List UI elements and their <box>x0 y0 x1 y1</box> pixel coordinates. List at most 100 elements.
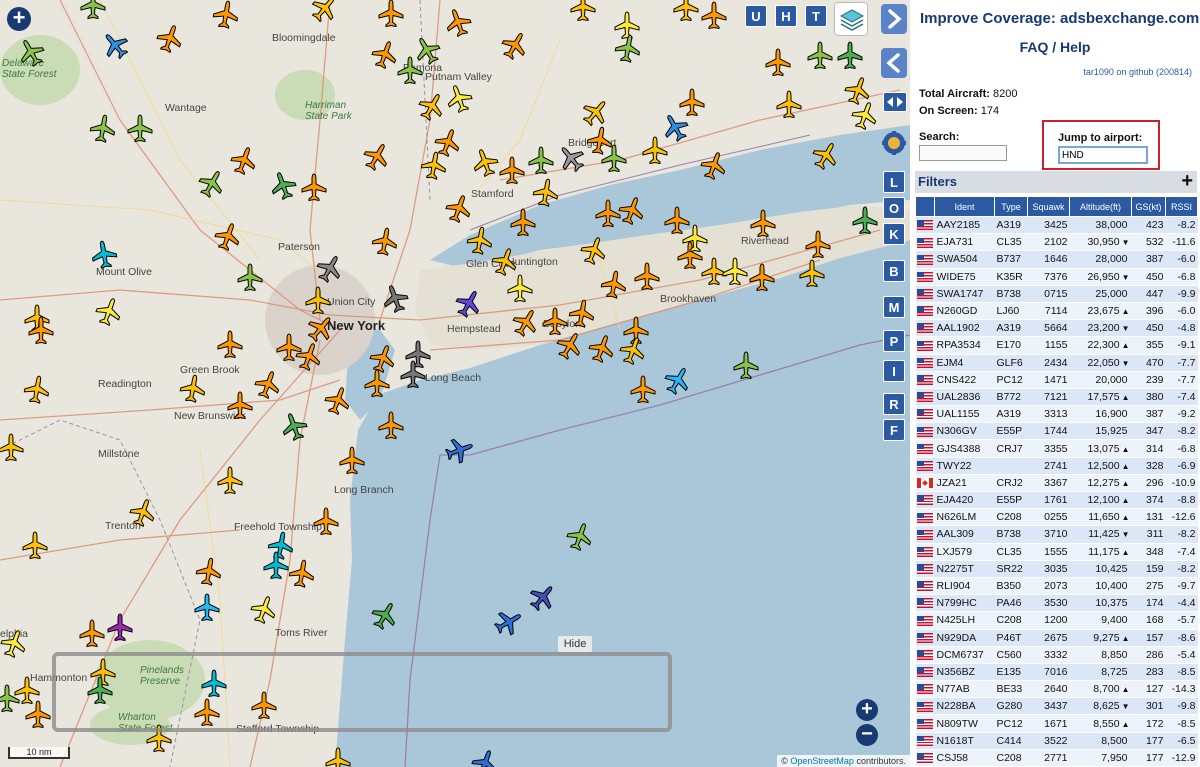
table-row[interactable]: N626LM C208 0255 11,650 ▲ 131 -12.6 <box>915 508 1198 527</box>
aircraft-icon[interactable] <box>614 34 642 63</box>
table-row[interactable]: N809TW PC12 1671 8,550 ▲ 172 -8.5 <box>915 714 1198 733</box>
aircraft-icon[interactable] <box>101 31 129 60</box>
aircraft-icon[interactable] <box>23 375 51 404</box>
resize-sidebar-button[interactable] <box>883 92 907 112</box>
table-row[interactable]: N228BA G280 3437 8,625 ▼ 301 -9.8 <box>915 697 1198 716</box>
table-row[interactable]: AAL1902 A319 5664 23,200 ▼ 450 -4.8 <box>915 319 1198 338</box>
aircraft-icon[interactable] <box>471 749 499 767</box>
plus-icon[interactable]: + <box>1181 171 1193 191</box>
aircraft-icon[interactable] <box>836 41 864 70</box>
aircraft-icon[interactable] <box>445 84 473 114</box>
aircraft-icon[interactable] <box>672 0 700 22</box>
aircraft-icon[interactable] <box>775 90 803 119</box>
aircraft-icon[interactable] <box>195 557 223 586</box>
aircraft-icon[interactable] <box>17 38 45 67</box>
filters-header[interactable]: Filters + <box>915 171 1197 193</box>
aircraft-icon[interactable] <box>806 41 834 70</box>
aircraft-icon[interactable] <box>369 344 397 374</box>
aircraft-icon[interactable] <box>633 262 661 291</box>
aircraft-icon[interactable] <box>226 391 254 420</box>
aircraft-icon[interactable] <box>106 613 134 642</box>
aircraft-icon[interactable] <box>851 206 879 235</box>
table-row[interactable]: N77AB BE33 2640 8,700 ▲ 127 -14.3 <box>915 680 1198 699</box>
aircraft-icon[interactable] <box>556 331 584 360</box>
improve-coverage-link[interactable]: Improve Coverage: adsbexchange.com <box>920 10 1199 27</box>
table-row[interactable]: N306GV E55P 1744 15,925 347 -8.2 <box>915 422 1198 441</box>
table-row[interactable]: N260GD LJ60 7114 23,675 ▲ 396 -6.0 <box>915 302 1198 321</box>
aircraft-icon[interactable] <box>600 270 628 299</box>
collapse-left-button[interactable] <box>881 48 907 78</box>
github-link[interactable]: tar1090 on github (200814) <box>1083 67 1192 77</box>
aircraft-icon[interactable] <box>312 507 340 536</box>
aircraft-icon[interactable] <box>529 583 557 612</box>
aircraft-icon[interactable] <box>700 151 728 181</box>
aircraft-icon[interactable] <box>156 24 184 54</box>
aircraft-icon[interactable] <box>95 297 123 327</box>
aircraft-icon[interactable] <box>582 98 610 127</box>
aircraft-icon[interactable] <box>568 299 596 328</box>
table-row[interactable]: N425LH C208 1200 9,400 168 -5.7 <box>915 611 1198 630</box>
table-row[interactable]: UAL1155 A319 3313 16,900 387 -9.2 <box>915 405 1198 424</box>
aircraft-icon[interactable] <box>250 595 278 625</box>
aircraft-icon[interactable] <box>304 286 332 315</box>
aircraft-icon[interactable] <box>566 522 594 552</box>
aircraft-icon[interactable] <box>371 227 399 256</box>
aircraft-icon[interactable] <box>0 684 21 713</box>
aircraft-icon[interactable] <box>78 619 106 648</box>
table-row[interactable]: JZA21 CRJ2 3367 12,275 ▲ 296 -10.9 <box>915 474 1198 493</box>
type-column-header[interactable]: Type <box>994 196 1028 217</box>
aircraft-icon[interactable] <box>532 178 560 207</box>
aircraft-icon[interactable] <box>193 593 221 622</box>
faq-help-link[interactable]: FAQ / Help <box>910 39 1200 55</box>
aircraft-icon[interactable] <box>24 700 52 729</box>
aircraft-icon[interactable] <box>311 0 339 23</box>
aircraft-icon[interactable] <box>664 366 692 395</box>
aircraft-icon[interactable] <box>512 308 540 337</box>
aircraft-icon[interactable] <box>418 92 446 121</box>
openstreetmap-link[interactable]: OpenStreetMap <box>790 756 854 766</box>
aircraft-icon[interactable] <box>588 334 616 364</box>
toggle-t-button[interactable]: T <box>805 5 827 27</box>
aircraft-icon[interactable] <box>230 146 258 176</box>
aircraft-icon[interactable] <box>89 114 117 143</box>
toggle-l-button[interactable]: L <box>883 171 905 193</box>
aircraft-icon[interactable] <box>0 629 28 659</box>
ident-column-header[interactable]: Ident <box>934 196 995 217</box>
table-row[interactable]: CNS422 PC12 1471 20,000 239 -7.7 <box>915 371 1198 389</box>
aircraft-icon[interactable] <box>748 263 776 292</box>
zoom-out-button[interactable]: − <box>856 724 878 746</box>
table-row[interactable]: SWA504 B737 1646 28,000 387 -6.0 <box>915 250 1198 269</box>
aircraft-icon[interactable] <box>721 257 749 286</box>
aircraft-icon[interactable] <box>678 88 706 117</box>
groundspeed-column-header[interactable]: GS(kt) <box>1131 196 1166 217</box>
rssi-column-header[interactable]: RSSI <box>1165 196 1198 217</box>
toggle-f-button[interactable]: F <box>883 419 905 441</box>
aircraft-icon[interactable] <box>681 224 709 253</box>
table-row[interactable]: N799HC PA46 3530 10,375 174 -4.4 <box>915 594 1198 613</box>
aircraft-icon[interactable] <box>280 412 308 442</box>
aircraft-icon[interactable] <box>455 289 483 318</box>
table-row[interactable]: WIDE75 K35R 7376 26,950 ▼ 450 -6.8 <box>915 268 1198 286</box>
table-row[interactable]: N356BZ E135 7016 8,725 283 -8.5 <box>915 663 1198 682</box>
aircraft-icon[interactable] <box>363 369 391 398</box>
aircraft-icon[interactable] <box>420 151 448 180</box>
aircraft-icon[interactable] <box>198 169 226 198</box>
layers-icon[interactable] <box>834 2 868 36</box>
aircraft-icon[interactable] <box>275 333 303 362</box>
toggle-r-button[interactable]: R <box>883 393 905 415</box>
table-row[interactable]: N929DA P46T 2675 9,275 ▲ 157 -8.6 <box>915 629 1198 647</box>
table-row[interactable]: LXJ579 CL35 1555 11,175 ▲ 348 -7.4 <box>915 543 1198 561</box>
aircraft-icon[interactable] <box>569 0 597 22</box>
aircraft-icon[interactable] <box>580 236 608 266</box>
table-row[interactable]: CSJ58 C208 2771 7,950 177 -12.9 <box>915 749 1198 767</box>
aircraft-icon[interactable] <box>21 531 49 560</box>
table-row[interactable]: EJM4 GLF6 2434 22,050 ▼ 470 -7.7 <box>915 354 1198 372</box>
aircraft-icon[interactable] <box>236 263 264 292</box>
aircraft-icon[interactable] <box>732 351 760 380</box>
table-row[interactable]: TWY22 2741 12,500 ▲ 328 -6.9 <box>915 457 1198 475</box>
aircraft-icon[interactable] <box>377 411 405 440</box>
aircraft-icon[interactable] <box>812 141 840 170</box>
toggle-o-button[interactable]: O <box>883 197 905 219</box>
add-button[interactable]: + <box>7 7 31 31</box>
aircraft-icon[interactable] <box>126 114 154 143</box>
